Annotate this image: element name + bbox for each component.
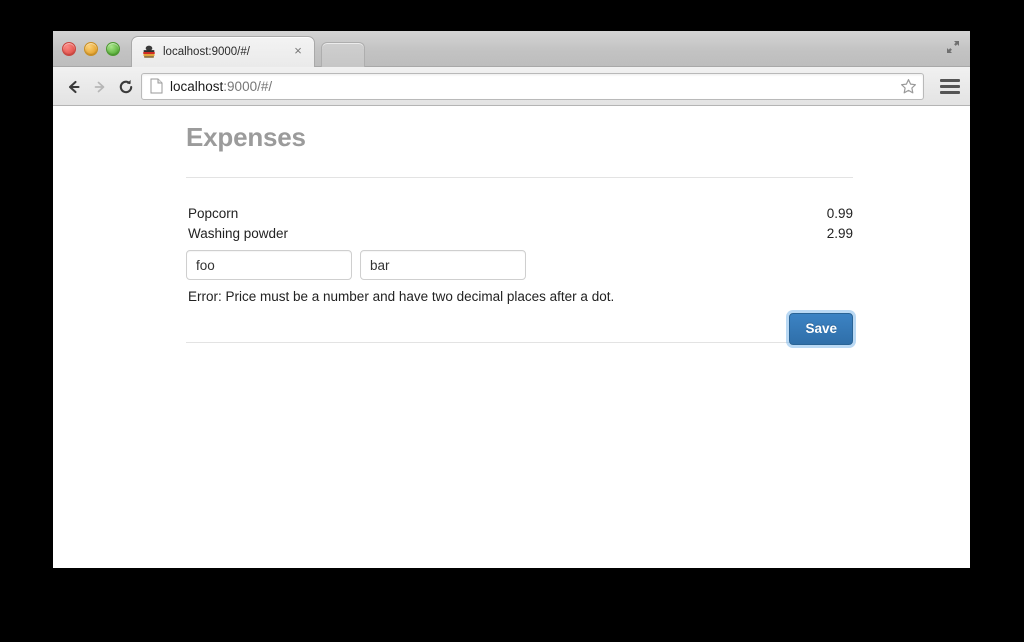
menu-line: [940, 90, 960, 94]
address-bar-host: localhost: [170, 79, 224, 94]
menu-line: [940, 84, 960, 88]
address-bar-url: localhost:9000/#/: [170, 77, 272, 96]
bookmark-star-icon[interactable]: [900, 78, 917, 95]
fullscreen-arrows-icon[interactable]: [943, 37, 963, 57]
tab-title: localhost:9000/#/: [163, 46, 250, 58]
page-title: Expenses: [186, 122, 306, 152]
menu-line: [940, 78, 960, 82]
list-item: Popcorn 0.99: [186, 204, 853, 224]
expense-name: Popcorn: [188, 206, 239, 221]
tab-close-icon[interactable]: ×: [291, 44, 305, 58]
list-item: Washing powder 2.99: [186, 224, 853, 244]
browser-window: localhost:9000/#/ × localhost:9000/#/ Ex…: [53, 31, 970, 568]
validation-error-message: Error: Price must be a number and have t…: [188, 289, 615, 304]
new-tab-button[interactable]: [321, 42, 365, 67]
new-expense-form: [186, 250, 853, 280]
screen: localhost:9000/#/ × localhost:9000/#/ Ex…: [0, 0, 1024, 642]
site-favicon-icon: [141, 44, 157, 60]
reload-icon[interactable]: [115, 76, 137, 98]
footer-divider: [186, 342, 853, 343]
back-arrow-icon[interactable]: [63, 76, 85, 98]
address-bar[interactable]: localhost:9000/#/: [141, 73, 924, 100]
expense-list: Popcorn 0.99 Washing powder 2.99: [186, 178, 853, 244]
page-document-icon: [150, 78, 163, 94]
page-viewport: Expenses Popcorn 0.99 Washing powder 2.9…: [53, 106, 970, 568]
browser-tab[interactable]: localhost:9000/#/ ×: [131, 36, 315, 67]
hamburger-menu-icon[interactable]: [940, 76, 960, 96]
browser-toolbar: localhost:9000/#/: [53, 67, 970, 106]
window-minimize-button[interactable]: [84, 42, 98, 56]
window-traffic-lights: [62, 42, 120, 56]
forward-arrow-icon[interactable]: [89, 76, 111, 98]
expense-name: Washing powder: [188, 226, 289, 241]
address-bar-path: :9000/#/: [223, 79, 273, 94]
save-button[interactable]: Save: [789, 313, 853, 345]
content-container: Expenses Popcorn 0.99 Washing powder 2.9…: [186, 122, 853, 356]
expense-name-input[interactable]: [186, 250, 352, 280]
form-actions: Save: [186, 310, 853, 356]
window-close-button[interactable]: [62, 42, 76, 56]
expense-price-input[interactable]: [360, 250, 526, 280]
expense-price: 2.99: [826, 226, 853, 241]
window-maximize-button[interactable]: [106, 42, 120, 56]
expense-price: 0.99: [826, 206, 853, 221]
tab-strip: localhost:9000/#/ ×: [53, 31, 970, 67]
